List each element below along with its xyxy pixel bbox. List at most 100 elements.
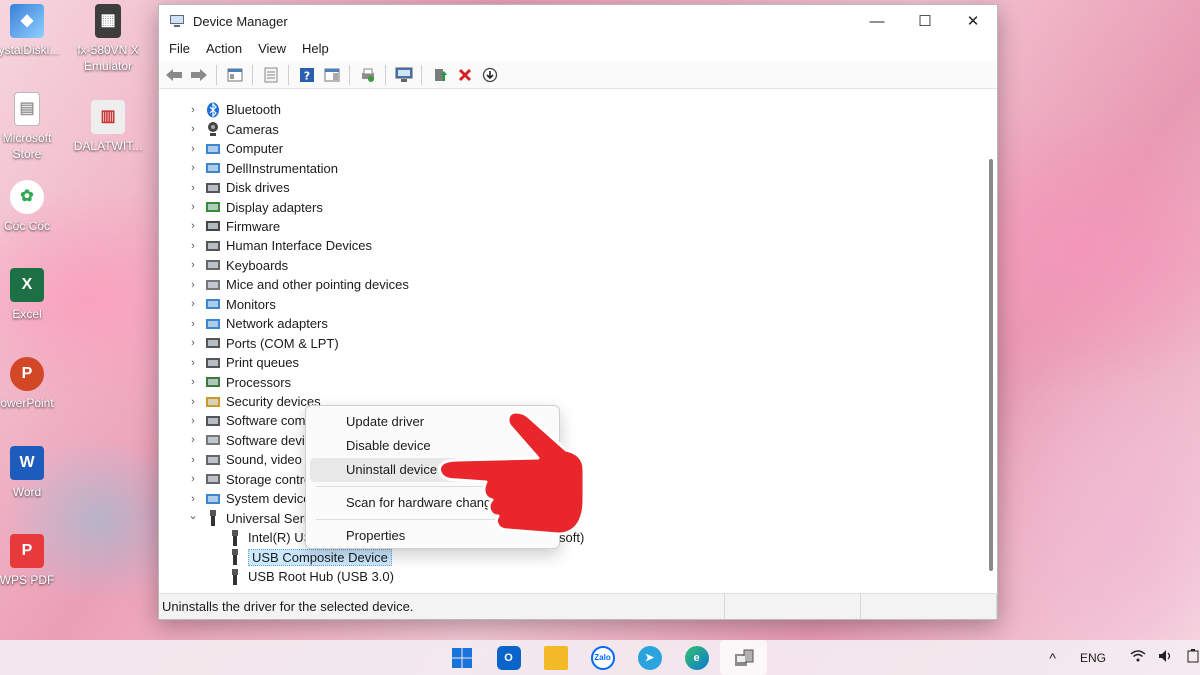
start-button[interactable]: [438, 640, 485, 675]
tree-category-row[interactable]: › Security devices: [159, 392, 321, 412]
tree-device-row[interactable]: USB Root Hub (USB 3.0): [159, 567, 394, 587]
chevron-right-icon[interactable]: ›: [186, 201, 200, 213]
chevron-right-icon[interactable]: ›: [186, 104, 200, 116]
software-component-icon: [205, 413, 221, 429]
chevron-right-icon[interactable]: ›: [186, 337, 200, 349]
device-manager-icon: [169, 13, 185, 29]
disk-drive-icon: [205, 180, 221, 196]
chevron-right-icon[interactable]: ›: [186, 182, 200, 194]
properties-sheet-icon[interactable]: [259, 64, 282, 86]
tree-category-label: Network adapters: [226, 316, 328, 332]
disable-device-icon[interactable]: [478, 64, 501, 86]
tree-category-row[interactable]: › Disk drives: [159, 178, 290, 198]
tree-category-row[interactable]: › Display adapters: [159, 197, 323, 217]
chevron-right-icon[interactable]: ›: [186, 162, 200, 174]
vertical-scrollbar[interactable]: [987, 101, 993, 585]
desktop-icon-crystaldisk[interactable]: ◆ rystalDiskl...: [0, 4, 62, 58]
tree-category-row[interactable]: › Processors: [159, 372, 291, 392]
mouse-icon: [205, 277, 221, 293]
chevron-right-icon[interactable]: ›: [186, 396, 200, 408]
chevron-right-icon[interactable]: ›: [186, 454, 200, 466]
chevron-right-icon[interactable]: ›: [186, 123, 200, 135]
volume-icon[interactable]: [1158, 649, 1174, 666]
tree-category-row[interactable]: › Sound, video a: [159, 450, 313, 470]
scroll-thumb[interactable]: [989, 159, 993, 571]
tray-overflow-chevron[interactable]: ^: [1049, 650, 1056, 666]
printer-icon: [205, 355, 221, 371]
tree-category-label: Mice and other pointing devices: [226, 277, 409, 293]
desktop-icon-word[interactable]: W Word: [0, 446, 62, 500]
language-indicator[interactable]: ENG: [1080, 651, 1106, 665]
desktop-icon-wpspdf[interactable]: P WPS PDF: [0, 534, 62, 588]
usb-icon: [227, 529, 243, 546]
taskbar-file-explorer[interactable]: [532, 640, 579, 675]
chevron-right-icon[interactable]: ›: [186, 298, 200, 310]
menu-view[interactable]: View: [250, 37, 294, 61]
taskbar-telegram[interactable]: ➤: [626, 640, 673, 675]
menu-file[interactable]: File: [161, 37, 198, 61]
show-hide-console-tree-icon[interactable]: [223, 64, 246, 86]
tree-category-row[interactable]: › Ports (COM & LPT): [159, 333, 339, 353]
desktop-icon-fx580[interactable]: ▦ fx-580VN X Emulator: [73, 4, 143, 74]
forward-arrow-icon[interactable]: [187, 64, 210, 86]
chevron-right-icon[interactable]: ›: [186, 415, 200, 427]
tree-category-row[interactable]: › Network adapters: [159, 314, 328, 334]
maximize-button[interactable]: ☐: [901, 5, 949, 37]
menu-action[interactable]: Action: [198, 37, 250, 61]
uninstall-x-icon[interactable]: [453, 64, 476, 86]
tree-category-row[interactable]: › DellInstrumentation: [159, 158, 338, 178]
desktop-icon-dalatwit[interactable]: ▥ DALATWIT...: [73, 100, 143, 154]
chevron-right-icon[interactable]: ›: [186, 434, 200, 446]
tree-category-row[interactable]: › Software comp: [159, 411, 313, 431]
tree-category-row[interactable]: › Software devic: [159, 431, 311, 451]
tree-category-row[interactable]: › Storage contro: [159, 470, 311, 490]
tree-category-row[interactable]: › Print queues: [159, 353, 299, 373]
chevron-right-icon[interactable]: ›: [186, 473, 200, 485]
chevron-right-icon[interactable]: ›: [186, 318, 200, 330]
tree-category-row[interactable]: › Bluetooth: [159, 100, 281, 120]
chevron-right-icon[interactable]: ›: [186, 143, 200, 155]
chevron-down-icon[interactable]: ⌄: [186, 509, 200, 522]
update-driver-icon[interactable]: [428, 64, 451, 86]
tree-device-row[interactable]: USB Composite Device: [159, 547, 392, 567]
tree-category-row[interactable]: › Computer: [159, 139, 283, 159]
chevron-right-icon[interactable]: ›: [186, 220, 200, 232]
tree-category-row[interactable]: › Firmware: [159, 217, 280, 237]
desktop-icon-store[interactable]: ▤ Microsoft Store: [0, 92, 62, 162]
chevron-right-icon[interactable]: ›: [186, 279, 200, 291]
desktop-icon-powerpoint[interactable]: P owerPoint: [0, 357, 62, 411]
minimize-button[interactable]: —: [853, 5, 901, 37]
title-bar[interactable]: Device Manager — ☐ ✕: [159, 5, 997, 37]
taskbar-outlook[interactable]: O: [485, 640, 532, 675]
taskbar-device-manager[interactable]: [720, 640, 767, 675]
desktop-icon-coccoc[interactable]: ✿ Cốc Cốc: [0, 180, 62, 234]
chevron-right-icon[interactable]: ›: [186, 259, 200, 271]
tree-category-row[interactable]: › Mice and other pointing devices: [159, 275, 409, 295]
taskbar-edge[interactable]: e: [673, 640, 720, 675]
tree-category-label: Disk drives: [226, 180, 290, 196]
taskbar-zalo[interactable]: Zalo: [579, 640, 626, 675]
chevron-right-icon[interactable]: ›: [186, 357, 200, 369]
wifi-icon[interactable]: [1130, 650, 1146, 665]
chevron-right-icon[interactable]: ›: [186, 376, 200, 388]
back-arrow-icon[interactable]: [162, 64, 185, 86]
tree-category-row[interactable]: › Monitors: [159, 295, 276, 315]
window-title: Device Manager: [193, 13, 288, 29]
print-icon[interactable]: [356, 64, 379, 86]
battery-icon[interactable]: [1186, 649, 1200, 666]
close-button[interactable]: ✕: [949, 5, 997, 37]
chevron-right-icon[interactable]: ›: [186, 240, 200, 252]
menu-help[interactable]: Help: [294, 37, 337, 61]
scan-hardware-icon[interactable]: [392, 64, 415, 86]
help-icon[interactable]: ?: [295, 64, 318, 86]
chevron-right-icon[interactable]: ›: [186, 493, 200, 505]
desktop-icon-excel[interactable]: X Excel: [0, 268, 62, 322]
tree-category-row[interactable]: › System device: [159, 489, 310, 509]
tree-category-row[interactable]: › Cameras: [159, 119, 279, 139]
tree-category-row[interactable]: ⌄ Universal Seria: [159, 508, 314, 528]
view-panel-icon[interactable]: [320, 64, 343, 86]
tree-category-label: Universal Seria: [226, 510, 315, 526]
tree-category-row[interactable]: › Keyboards: [159, 256, 288, 276]
tree-category-row[interactable]: › Human Interface Devices: [159, 236, 372, 256]
tree-device-row[interactable]: Intel(R) US: [159, 528, 312, 548]
